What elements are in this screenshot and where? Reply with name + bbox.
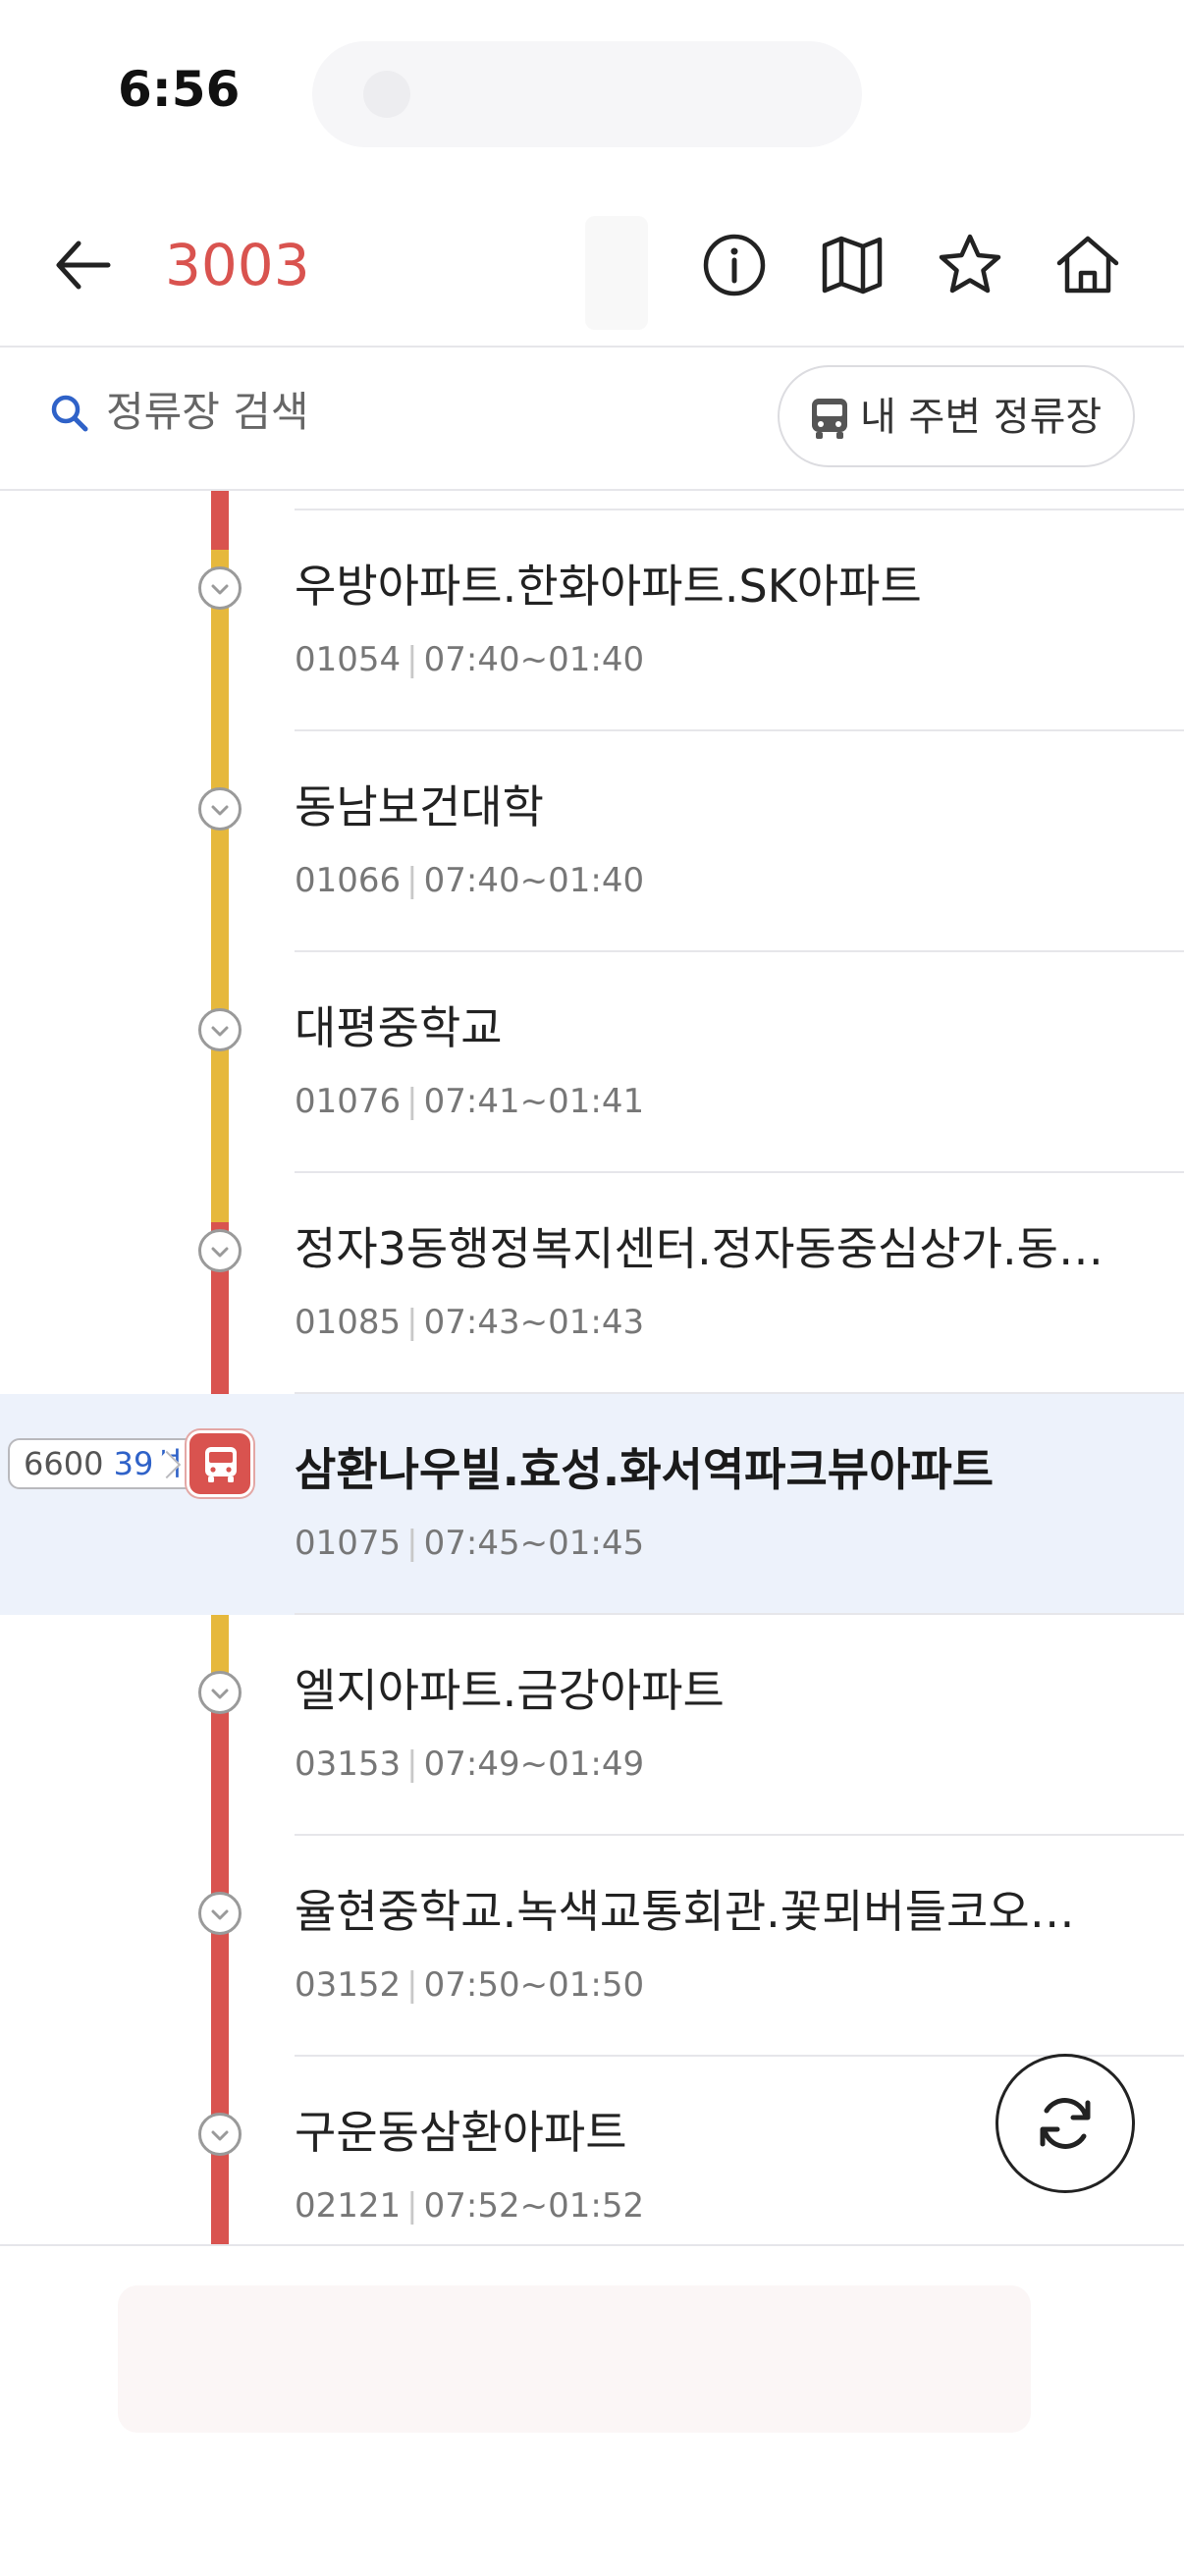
ad-banner[interactable] [118, 2285, 1031, 2433]
stop-hours: 07:45~01:45 [423, 1524, 645, 1563]
back-arrow-icon[interactable] [47, 228, 122, 302]
refresh-icon [1040, 2098, 1091, 2149]
stop-meta: 01085 | 07:43~01:43 [295, 1301, 644, 1344]
stop-id: 03152 [295, 1965, 402, 2005]
stop-hours: 07:41~01:41 [423, 1082, 645, 1121]
meta-separator: | [406, 861, 418, 900]
stop-name[interactable]: 율현중학교.녹색교통회관.꽃뫼버들코오… [295, 1882, 1075, 1941]
stop-hours: 07:40~01:40 [423, 640, 645, 679]
stop-name-current[interactable]: 삼환나우빌.효성.화서역파크뷰아파트 [295, 1440, 994, 1499]
stop-name[interactable]: 대평중학교 [295, 998, 503, 1057]
route-number: 3003 [165, 232, 310, 298]
bottom-banner-area [0, 2244, 1184, 2576]
header: 3003 [0, 187, 1184, 348]
info-icon[interactable] [697, 228, 772, 302]
dynamic-island-dot [363, 71, 410, 118]
meta-separator: | [406, 2186, 418, 2226]
stop-id: 01076 [295, 1082, 402, 1121]
home-icon[interactable] [1050, 228, 1125, 302]
row-divider [295, 729, 1184, 731]
stop-meta: 01075 | 07:45~01:45 [295, 1522, 644, 1565]
bus-marker-icon[interactable] [187, 1430, 253, 1497]
route-line-segment [211, 491, 229, 550]
stop-hours: 07:40~01:40 [423, 861, 645, 900]
star-icon[interactable] [933, 228, 1007, 302]
route-line-segment [211, 1693, 229, 2246]
row-divider [295, 1392, 1184, 1394]
row-divider [295, 1834, 1184, 1836]
stop-expand-icon[interactable] [198, 1008, 242, 1051]
stop-hours: 07:52~01:52 [423, 2186, 645, 2226]
stop-hours: 07:50~01:50 [423, 1965, 645, 2005]
stop-hours: 07:49~01:49 [423, 1744, 645, 1784]
meta-separator: | [406, 640, 418, 679]
search-bar: 정류장 검색 내 주변 정류장 [0, 348, 1184, 491]
stop-name[interactable]: 정자3동행정복지센터.정자동중심상가.동… [295, 1219, 1103, 1278]
stop-expand-icon[interactable] [198, 787, 242, 831]
status-time: 6:56 [118, 61, 241, 118]
stop-expand-icon[interactable] [198, 566, 242, 610]
stop-expand-icon[interactable] [198, 1892, 242, 1935]
stop-list: 우방아파트.한화아파트.SK아파트 01054 | 07:40~01:40 동남보건… [0, 491, 1184, 2246]
stop-expand-icon[interactable] [198, 2113, 242, 2156]
route-line-segment [211, 550, 229, 1222]
stop-name[interactable]: 동남보건대학 [295, 778, 544, 836]
stop-name[interactable]: 구운동삼환아파트 [295, 2103, 627, 2162]
stop-id: 01075 [295, 1524, 402, 1563]
nearby-stops-label: 내 주변 정류장 [860, 395, 1103, 440]
current-stop-highlight [0, 1394, 1184, 1615]
stop-id: 01085 [295, 1303, 402, 1342]
stop-id: 03153 [295, 1744, 402, 1784]
bus-plate: 6600 [24, 1445, 104, 1482]
map-icon[interactable] [815, 228, 889, 302]
stop-name[interactable]: 엘지아파트.금강아파트 [295, 1661, 725, 1720]
refresh-button[interactable] [996, 2054, 1135, 2193]
stop-hours: 07:43~01:43 [423, 1303, 645, 1342]
stop-expand-icon[interactable] [198, 1229, 242, 1272]
meta-separator: | [406, 1524, 418, 1563]
stop-id: 01066 [295, 861, 402, 900]
stop-expand-icon[interactable] [198, 1671, 242, 1714]
meta-separator: | [406, 1744, 418, 1784]
meta-separator: | [406, 1303, 418, 1342]
stop-id: 02121 [295, 2186, 402, 2226]
search-icon[interactable] [49, 393, 90, 434]
stop-id: 01054 [295, 640, 402, 679]
row-divider [295, 950, 1184, 952]
row-divider [295, 1171, 1184, 1173]
stop-meta: 03153 | 07:49~01:49 [295, 1743, 644, 1786]
row-divider [295, 509, 1184, 510]
stop-meta: 03152 | 07:50~01:50 [295, 1963, 644, 2007]
meta-separator: | [406, 1965, 418, 2005]
search-input[interactable]: 정류장 검색 [106, 387, 309, 438]
stop-meta: 01054 | 07:40~01:40 [295, 638, 644, 681]
stop-meta: 02121 | 07:52~01:52 [295, 2184, 644, 2227]
header-placeholder [585, 216, 648, 330]
stop-meta: 01066 | 07:40~01:40 [295, 859, 644, 902]
stop-meta: 01076 | 07:41~01:41 [295, 1080, 644, 1123]
stop-name[interactable]: 우방아파트.한화아파트.SK아파트 [295, 557, 922, 616]
status-bar: 6:56 [0, 0, 1184, 187]
meta-separator: | [406, 1082, 418, 1121]
row-divider [295, 1613, 1184, 1615]
nearby-stops-button[interactable]: 내 주변 정류장 [778, 365, 1135, 467]
bus-icon [809, 397, 850, 440]
